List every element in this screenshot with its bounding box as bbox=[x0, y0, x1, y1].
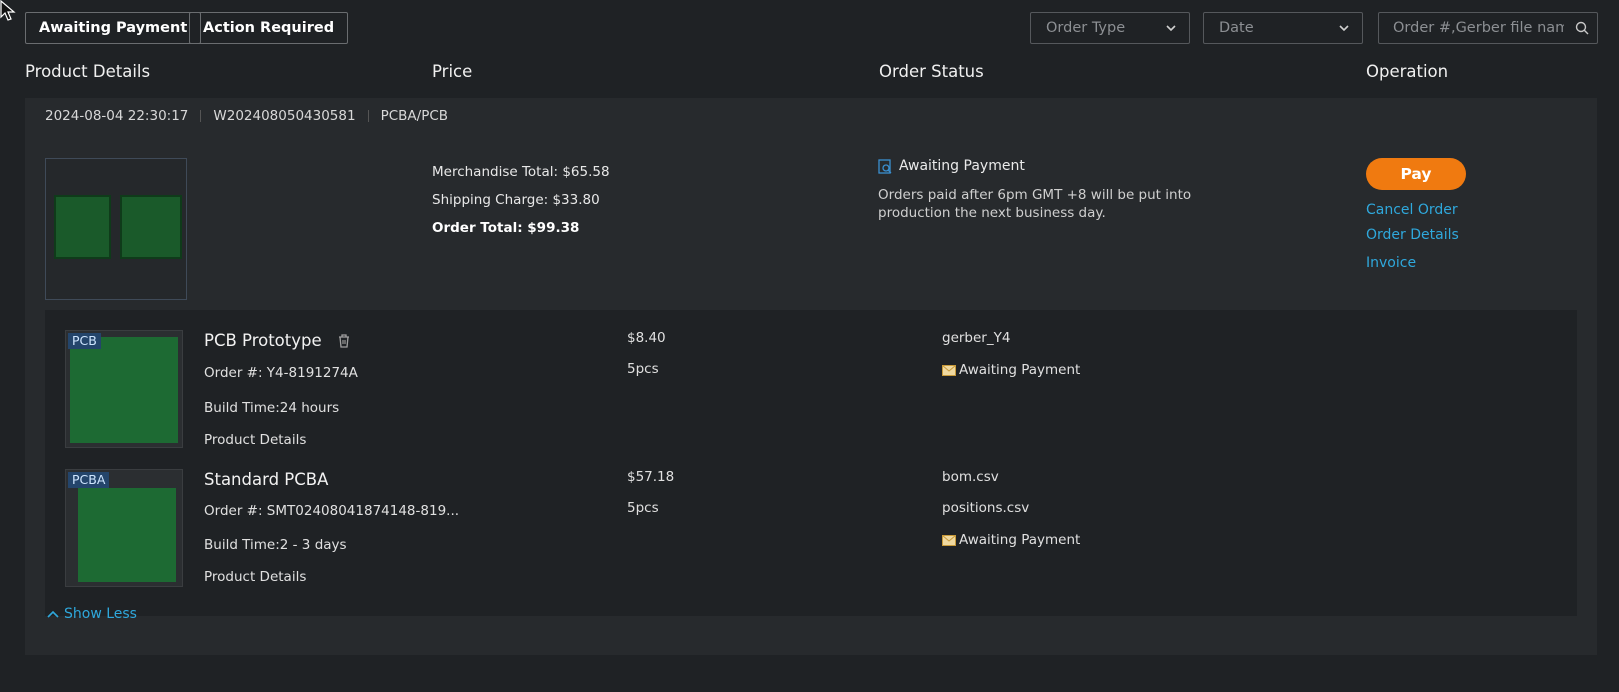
order-type-placeholder: Order Type bbox=[1046, 20, 1126, 36]
item-order-number: Order #: Y4-8191274A bbox=[204, 365, 358, 381]
price-header: Price bbox=[432, 62, 473, 81]
search-input[interactable] bbox=[1379, 13, 1564, 43]
invoice-link[interactable]: Invoice bbox=[1366, 255, 1466, 271]
search-icon[interactable] bbox=[1575, 21, 1589, 35]
item-title: PCB Prototype bbox=[204, 331, 322, 350]
pcb-board-image bbox=[54, 195, 111, 259]
order-details-link[interactable]: Order Details bbox=[1366, 227, 1466, 243]
price-summary: Merchandise Total: $65.58 Shipping Charg… bbox=[432, 158, 610, 242]
pcba-board-image bbox=[78, 488, 176, 582]
item-title: Standard PCBA bbox=[204, 470, 329, 489]
order-status-header: Order Status bbox=[879, 62, 984, 81]
status-search-icon bbox=[878, 158, 892, 174]
operation-header: Operation bbox=[1366, 62, 1449, 81]
search-box bbox=[1378, 12, 1598, 44]
pcb-item-image: PCB bbox=[65, 330, 183, 448]
item-tag: PCBA bbox=[68, 472, 110, 488]
date-select[interactable]: Date bbox=[1203, 12, 1363, 44]
chevron-up-icon bbox=[47, 610, 59, 618]
show-less-label: Show Less bbox=[64, 606, 137, 622]
pay-button[interactable]: Pay bbox=[1366, 158, 1466, 190]
order-status-note: Orders paid after 6pm GMT +8 will be put… bbox=[878, 187, 1192, 221]
item-file: positions.csv bbox=[942, 500, 1030, 516]
order-type-select[interactable]: Order Type bbox=[1030, 12, 1190, 44]
order-thumbnail bbox=[45, 158, 187, 300]
item-price: $8.40 bbox=[627, 330, 666, 346]
date-placeholder: Date bbox=[1219, 20, 1254, 36]
trash-icon[interactable] bbox=[337, 333, 351, 348]
item-quantity: 5pcs bbox=[627, 361, 659, 377]
item-status-text: Awaiting Payment bbox=[959, 362, 1081, 378]
product-details-header: Product Details bbox=[25, 62, 151, 81]
action-required-filter-button[interactable]: Action Required bbox=[189, 12, 349, 44]
item-order-number: Order #: SMT02408041874148-819... bbox=[204, 503, 460, 519]
order-meta: 2024-08-04 22:30:17 W202408050430581 PCB… bbox=[45, 108, 448, 124]
envelope-icon bbox=[942, 365, 956, 376]
pcba-item-image: PCBA bbox=[65, 469, 183, 587]
item-build-time: Build Time:2 - 3 days bbox=[204, 537, 347, 553]
item-status-text: Awaiting Payment bbox=[959, 532, 1081, 548]
product-details-link[interactable]: Product Details bbox=[204, 569, 306, 585]
order-total: Order Total: $99.38 bbox=[432, 220, 580, 236]
item-quantity: 5pcs bbox=[627, 500, 659, 516]
item-file: gerber_Y4 bbox=[942, 330, 1011, 346]
order-datetime: 2024-08-04 22:30:17 bbox=[45, 108, 189, 124]
awaiting-payment-filter-button[interactable]: Awaiting Payment bbox=[25, 12, 202, 44]
mouse-cursor-icon bbox=[0, 0, 16, 21]
envelope-icon bbox=[942, 535, 956, 546]
item-build-time: Build Time:24 hours bbox=[204, 400, 340, 416]
shipping-charge: Shipping Charge: $33.80 bbox=[432, 192, 600, 208]
chevron-down-icon bbox=[1166, 25, 1176, 32]
order-card: 2024-08-04 22:30:17 W202408050430581 PCB… bbox=[25, 98, 1597, 655]
order-number: W202408050430581 bbox=[213, 108, 356, 124]
order-status-text: Awaiting Payment bbox=[899, 158, 1025, 174]
operation-panel: Pay Cancel Order Order Details Invoice bbox=[1366, 158, 1466, 271]
pcba-board-image bbox=[120, 195, 182, 259]
item-status: Awaiting Payment bbox=[942, 532, 1080, 548]
merchandise-total: Merchandise Total: $65.58 bbox=[432, 164, 610, 180]
divider bbox=[200, 110, 202, 122]
cancel-order-link[interactable]: Cancel Order bbox=[1366, 202, 1466, 218]
item-status: Awaiting Payment bbox=[942, 362, 1080, 378]
order-type: PCBA/PCB bbox=[380, 108, 449, 124]
show-less-toggle[interactable]: Show Less bbox=[47, 606, 137, 622]
chevron-down-icon bbox=[1339, 25, 1349, 32]
pcb-board-image bbox=[70, 337, 178, 443]
product-details-link[interactable]: Product Details bbox=[204, 432, 306, 448]
order-status-block: Awaiting Payment Orders paid after 6pm G… bbox=[878, 158, 1198, 222]
item-tag: PCB bbox=[68, 333, 101, 349]
order-items: PCB PCB Prototype Order #: Y4-8191274A B… bbox=[45, 310, 1577, 616]
divider bbox=[367, 110, 369, 122]
item-file: bom.csv bbox=[942, 469, 999, 485]
item-price: $57.18 bbox=[627, 469, 675, 485]
